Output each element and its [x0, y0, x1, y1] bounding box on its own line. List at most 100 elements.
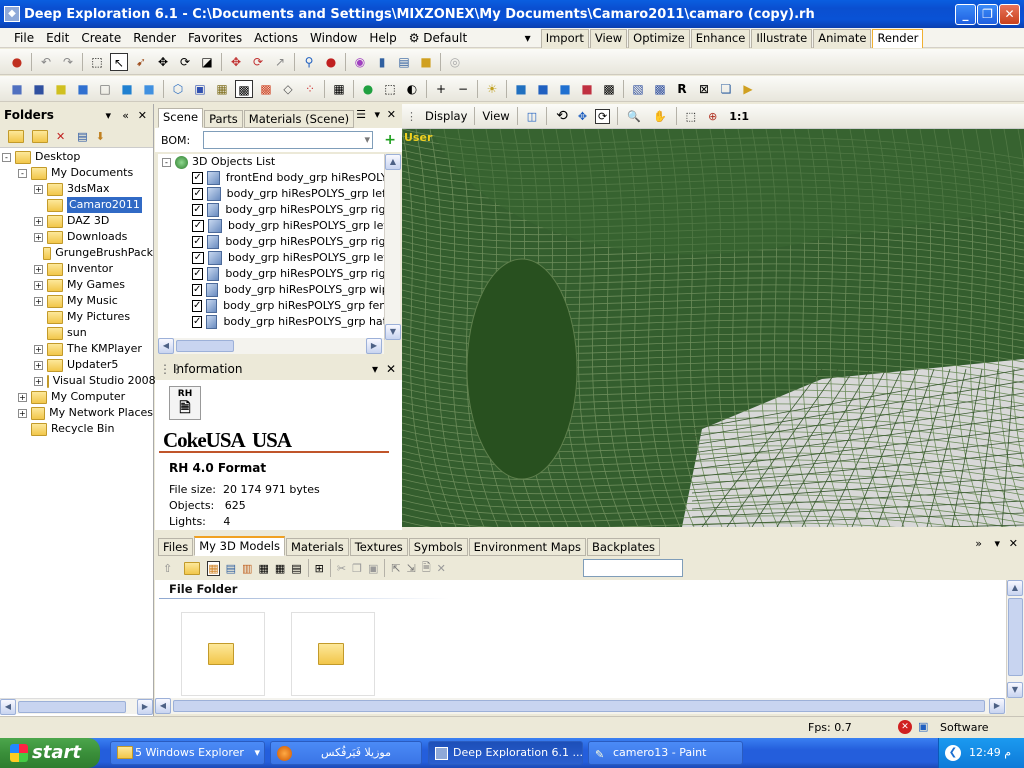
hierarchy-icon[interactable]: ⚲ [300, 53, 318, 71]
window-title-bar[interactable]: ◆ Deep Exploration 6.1 - C:\Documents an… [0, 0, 1024, 28]
tab-backplates[interactable]: Backplates [587, 538, 661, 556]
view-medium-icon[interactable]: ▤ [226, 562, 236, 575]
rotate-view-icon[interactable]: ⟳ [595, 108, 611, 124]
cube-hidden-icon[interactable]: ■ [140, 80, 158, 98]
properties-icon[interactable]: ▤ [77, 130, 87, 143]
list-menu-icon[interactable]: ☰ [356, 108, 366, 121]
library-vscrollbar[interactable]: ▲ ▼ [1006, 580, 1024, 698]
zoom-in-icon[interactable]: + [432, 80, 450, 98]
app-menu-icon[interactable]: ● [8, 53, 26, 71]
render-r-icon[interactable]: R [673, 80, 691, 98]
tab-symbols[interactable]: Symbols [408, 538, 468, 556]
start-button[interactable]: start [0, 738, 100, 768]
mode-import[interactable]: Import [540, 28, 589, 48]
wireframe-mode-icon[interactable]: ▩ [235, 79, 253, 98]
parts-icon[interactable]: ▤ [395, 53, 413, 71]
expand-icon[interactable]: + [34, 232, 43, 242]
expand-icon[interactable]: + [34, 280, 43, 290]
expand-icon[interactable]: + [34, 344, 43, 354]
scroll-down-icon[interactable]: ▼ [1007, 682, 1023, 698]
view-details-icon[interactable]: ▦ [275, 562, 285, 575]
cross-hatch-icon[interactable]: ▩ [651, 80, 669, 98]
scroll-track[interactable] [385, 170, 400, 324]
scroll-right-icon[interactable]: ▶ [137, 699, 153, 715]
cube-wire-icon[interactable]: □ [96, 80, 114, 98]
bounding-box-icon[interactable]: ⬚ [381, 80, 399, 98]
scale-icon[interactable]: ◪ [198, 53, 216, 71]
scroll-up-icon[interactable]: ▲ [1007, 580, 1023, 596]
library-search-input[interactable] [583, 559, 683, 577]
object-row[interactable]: ✓ body_grp hiResPOLYS_grp rightI [158, 202, 400, 218]
close-button[interactable]: ✕ [999, 4, 1020, 25]
tab-scene[interactable]: Scene [158, 108, 204, 128]
folder-tree-item[interactable]: + DAZ 3D [0, 213, 153, 229]
folder-tree-item[interactable]: Camaro2011 [0, 197, 153, 213]
library-icon[interactable]: ▮ [373, 53, 391, 71]
orbit-icon[interactable]: ⟲ [556, 108, 568, 124]
folder-thumbnail[interactable] [291, 612, 375, 696]
menu-create[interactable]: Create [75, 29, 127, 47]
object-row[interactable]: ✓ body_grp hiResPOLYS_grp fende [158, 298, 400, 314]
undo-icon[interactable]: ↶ [37, 53, 55, 71]
show-hidden-icons-icon[interactable]: ❮ [945, 745, 961, 761]
scroll-left-icon[interactable]: ◀ [0, 699, 16, 715]
menu-render[interactable]: Render [127, 29, 182, 47]
task-firefox[interactable]: موزيلا فَيَرفُكس [270, 741, 422, 765]
folder-tree-item[interactable]: + My Games [0, 277, 153, 293]
mesh-icon[interactable]: ⬡ [169, 80, 187, 98]
task-windows-explorer[interactable]: 5 Windows Explorer ▾ [110, 741, 265, 765]
mode-illustrate[interactable]: Illustrate [751, 28, 813, 48]
objects-hscrollbar[interactable]: ◀ ▶ [158, 338, 384, 354]
layers-icon[interactable]: ❏ [717, 80, 735, 98]
tab-files[interactable]: Files [158, 538, 194, 556]
tab-my-3d-models[interactable]: My 3D Models [194, 536, 285, 556]
mode-animate[interactable]: Animate [813, 28, 872, 48]
visibility-checkbox[interactable]: ✓ [192, 220, 204, 232]
library-hscrollbar[interactable]: ◀ ▶ [155, 698, 1006, 714]
cut-icon[interactable]: ✂ [337, 562, 346, 575]
pan-hand-icon[interactable]: ✋ [653, 110, 667, 123]
folder-tree-item[interactable]: + Inventor [0, 261, 153, 277]
zoom-ratio[interactable]: 1:1 [729, 110, 749, 123]
tab-textures[interactable]: Textures [349, 538, 408, 556]
object-row[interactable]: ✓ body_grp hiResPOLYS_grp hatch [158, 314, 400, 330]
folder-tree-item[interactable]: + Downloads [0, 229, 153, 245]
collapse-down-icon[interactable]: » [975, 537, 982, 550]
delete-icon[interactable]: ✕ [437, 562, 446, 575]
globe-icon[interactable]: ● [359, 80, 377, 98]
view-small-icon[interactable]: ▥ [242, 562, 252, 575]
mode-optimize[interactable]: Optimize [628, 28, 690, 48]
folder-tree-item[interactable]: Recycle Bin [0, 421, 153, 437]
grip-icon[interactable]: ⋮⋮ [159, 362, 183, 376]
folders-hscrollbar[interactable]: ◀ ▶ [0, 698, 153, 715]
tab-parts[interactable]: Parts [204, 110, 243, 128]
cube-view-3-icon[interactable]: ■ [556, 80, 574, 98]
scroll-right-icon[interactable]: ▶ [989, 698, 1005, 714]
visibility-checkbox[interactable]: ✓ [192, 316, 203, 328]
camera-icon[interactable]: ● [322, 53, 340, 71]
objects-vscrollbar[interactable]: ▲ ▼ [384, 154, 401, 340]
cube-view-5-icon[interactable]: ▩ [600, 80, 618, 98]
collapse-left-icon[interactable]: « [122, 109, 129, 122]
expand-icon[interactable]: + [34, 360, 43, 370]
folder-tree-item[interactable]: + Updater5 [0, 357, 153, 373]
collapse-icon[interactable]: - [162, 157, 171, 167]
expand-icon[interactable]: + [34, 264, 43, 274]
cube-texture-icon[interactable]: ▦ [213, 80, 231, 98]
task-deep-exploration[interactable]: Deep Exploration 6.1 ... [428, 741, 583, 765]
export-icon[interactable]: ⇱ [391, 562, 400, 575]
folder-tree-item[interactable]: My Pictures [0, 309, 153, 325]
collapse-icon[interactable]: - [2, 152, 11, 162]
light-icon[interactable]: ◐ [403, 80, 421, 98]
menu-window[interactable]: Window [304, 29, 363, 47]
folder-tree-item[interactable]: + My Music [0, 293, 153, 309]
tab-environment-maps[interactable]: Environment Maps [468, 538, 586, 556]
pivot-scale-icon[interactable]: ↗ [271, 53, 289, 71]
play-icon[interactable]: ▶ [739, 80, 757, 98]
cube-lit-icon[interactable]: ■ [118, 80, 136, 98]
menu-favorites[interactable]: Favorites [182, 29, 248, 47]
import-file-icon[interactable]: ⇲ [407, 562, 416, 575]
expand-icon[interactable]: + [18, 408, 27, 418]
visibility-checkbox[interactable]: ✓ [192, 236, 203, 248]
rotate-icon[interactable]: ⟳ [176, 53, 194, 71]
